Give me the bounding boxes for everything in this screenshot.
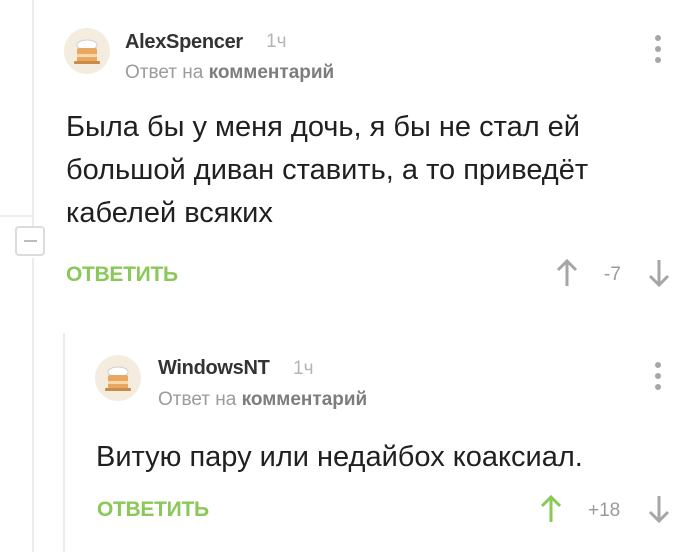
reply-thread-line [63,333,65,552]
comment-text: Была бы у меня дочь, я бы не стал ей бол… [66,106,588,235]
thread-line [32,258,34,552]
comment-text: Витую пару или недайбох коаксиал. [96,436,583,479]
comment-text-line: Витую пару или недайбох коаксиал. [96,441,583,473]
cake-avatar-icon [105,366,131,391]
arrow-up-icon[interactable] [540,494,562,524]
reply-to-target: комментарий [241,389,368,410]
comment-text-line: Была бы у меня дочь, я бы не стал ей [66,111,580,143]
more-options-icon[interactable] [655,35,661,69]
reply-to-link[interactable]: Ответ на комментарий [158,389,367,411]
avatar[interactable] [64,28,110,74]
cake-avatar-icon [74,39,100,64]
comment-author[interactable]: AlexSpencer [125,31,243,54]
comment-author[interactable]: WindowsNT [158,357,270,380]
reply-to-target: комментарий [208,62,335,83]
comment-time: 1ч [266,31,287,52]
vote-score: +18 [588,500,621,521]
comment-text-line: большой диван ставить, а то приведёт [66,154,589,186]
comment-text-line: кабелей всяких [66,197,273,229]
minus-icon [24,240,37,242]
reply-button[interactable]: ОТВЕТИТЬ [97,498,209,522]
arrow-down-icon[interactable] [648,494,670,524]
collapse-thread-button[interactable] [15,226,45,256]
more-options-icon[interactable] [655,362,661,396]
arrow-down-icon[interactable] [648,258,670,288]
reply-to-prefix: Ответ на [125,62,204,83]
avatar[interactable] [95,355,141,401]
arrow-up-icon[interactable] [556,258,578,288]
reply-to-prefix: Ответ на [158,389,237,410]
reply-to-link[interactable]: Ответ на комментарий [125,62,334,84]
vote-score: -7 [604,264,621,285]
reply-button[interactable]: ОТВЕТИТЬ [66,263,178,287]
thread-line [32,0,34,230]
thread-connector [0,215,32,217]
comment-time: 1ч [293,358,314,379]
